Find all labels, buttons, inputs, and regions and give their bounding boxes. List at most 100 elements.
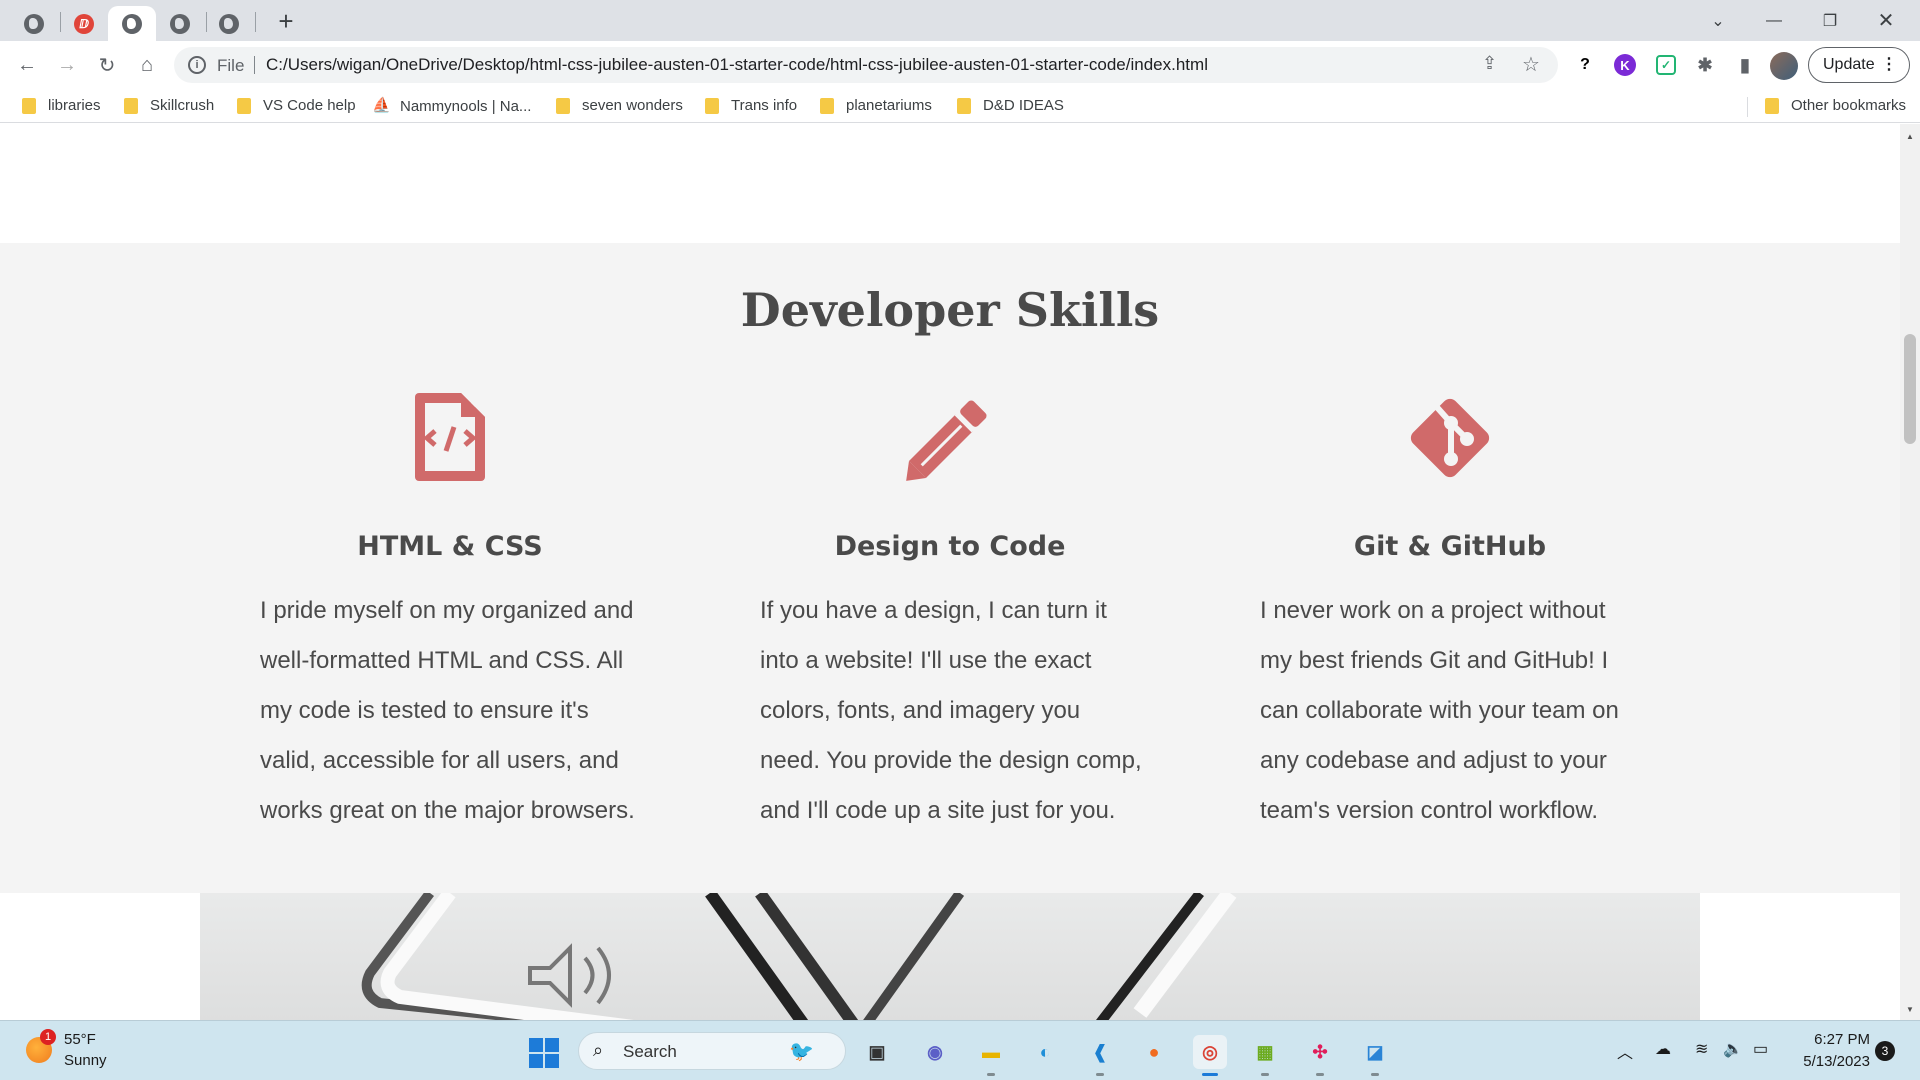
home-icon[interactable]: ⌂ (131, 49, 163, 81)
slack-icon[interactable]: ✣ (1303, 1035, 1337, 1069)
globe-icon (219, 13, 239, 34)
sheet-app-icon[interactable]: ▦ (1248, 1035, 1282, 1069)
chrome-icon[interactable]: ◎ (1193, 1035, 1227, 1069)
battery-icon[interactable]: ▭ (1753, 1039, 1768, 1059)
weather-temp: 55°F (64, 1031, 96, 1048)
running-indicator (987, 1073, 995, 1076)
page-viewport: Developer Skills HTML & CSS I pride myse… (0, 124, 1900, 1020)
description-line: need. You provide the design comp, (760, 747, 1142, 774)
pencil-icon (760, 393, 1140, 483)
clock-time[interactable]: 6:27 PM (1796, 1031, 1870, 1048)
minimize-icon[interactable]: — (1746, 0, 1802, 41)
firefox-icon[interactable]: ● (1137, 1035, 1171, 1069)
browser-tab-active[interactable] (108, 6, 156, 41)
forward-arrow-icon[interactable]: → (51, 49, 83, 81)
skill-description: I never work on a project without my bes… (1260, 586, 1640, 836)
bookmark-label: libraries (48, 97, 101, 114)
share-icon[interactable]: ⇪ (1482, 53, 1497, 74)
clock-date[interactable]: 5/13/2023 (1796, 1053, 1870, 1070)
scroll-up-arrow-icon[interactable]: ▲ (1906, 132, 1914, 141)
section-title: Developer Skills (740, 283, 1160, 337)
k-extension-icon[interactable]: K (1614, 54, 1636, 76)
search-icon: ⌕ (593, 1040, 604, 1060)
close-icon[interactable]: ✕ (1858, 0, 1914, 41)
grammar-extension-icon[interactable]: ✓ (1656, 55, 1676, 75)
search-highlight-icon: 🐦 (789, 1041, 814, 1063)
wifi-icon[interactable]: ≋ (1695, 1039, 1708, 1059)
notification-count-badge[interactable]: 3 (1875, 1041, 1895, 1061)
update-button[interactable]: Update ⋮ (1808, 47, 1910, 83)
bookmark-skillcrush[interactable]: Skillcrush (124, 97, 214, 114)
volume-icon[interactable]: 🔈 (1723, 1039, 1743, 1059)
globe-icon (24, 13, 44, 34)
browser-tab[interactable]: ⅅ (60, 6, 108, 41)
folder-icon (237, 97, 251, 114)
reload-icon[interactable]: ↻ (91, 49, 123, 81)
description-line: well-formatted HTML and CSS. All (260, 647, 624, 674)
bookmark-nammynools[interactable]: ⛵ Nammynools | Na... (372, 97, 531, 115)
photos-icon[interactable]: ◪ (1358, 1035, 1392, 1069)
file-code-icon (260, 393, 640, 483)
description-line: valid, accessible for all users, and (260, 747, 619, 774)
description-line: my code is tested to ensure it's (260, 697, 589, 724)
bookmark-seven-wonders[interactable]: seven wonders (556, 97, 683, 114)
globe-icon (122, 13, 142, 34)
profile-avatar[interactable] (1770, 52, 1798, 80)
windows-start-icon[interactable] (529, 1038, 559, 1068)
bookmarks-bar: libraries Skillcrush VS Code help ⛵ Nammy… (0, 89, 1920, 123)
restore-icon[interactable]: ❐ (1802, 0, 1858, 41)
description-line: If you have a design, I can turn it (760, 597, 1107, 624)
folder-icon (556, 97, 570, 114)
description-line: any codebase and adjust to your (1260, 747, 1607, 774)
bookmark-label: seven wonders (582, 97, 683, 114)
description-line: I never work on a project without (1260, 597, 1606, 624)
browser-tab[interactable] (10, 6, 58, 41)
file-explorer-icon[interactable]: ▬ (974, 1035, 1008, 1069)
bookmark-star-icon[interactable]: ☆ (1522, 52, 1540, 77)
running-indicator (1316, 1073, 1324, 1076)
side-panel-icon[interactable]: ▮ (1732, 52, 1758, 78)
url-text[interactable]: C:/Users/wigan/OneDrive/Desktop/html-css… (266, 55, 1208, 75)
divider (254, 56, 255, 74)
address-bar[interactable]: i File C:/Users/wigan/OneDrive/Desktop/h… (174, 47, 1558, 83)
description-line: and I'll code up a site just for you. (760, 797, 1116, 824)
folder-icon (22, 97, 36, 114)
bookmark-other[interactable]: Other bookmarks (1765, 97, 1906, 114)
vscode-icon[interactable]: ❰ (1083, 1035, 1117, 1069)
tab-separator (255, 12, 256, 32)
bookmark-label: planetariums (846, 97, 932, 114)
git-icon (1260, 393, 1640, 483)
page-scrollbar[interactable]: ▲ ▼ (1900, 124, 1920, 1020)
skill-title: HTML & CSS (357, 531, 543, 562)
browser-tab[interactable] (205, 6, 253, 41)
skill-card-git-github: Git & GitHub I never work on a project w… (1260, 393, 1640, 836)
bookmark-label: Other bookmarks (1791, 97, 1907, 114)
task-view-icon[interactable]: ▣ (860, 1035, 894, 1069)
bookmark-dnd-ideas[interactable]: D&D IDEAS (957, 97, 1064, 114)
taskbar-search[interactable]: ⌕ Search 🐦 (578, 1032, 846, 1070)
show-hidden-icons-chevron-icon[interactable]: ︿ (1617, 1039, 1633, 1063)
onedrive-cloud-icon[interactable]: ☁ (1655, 1039, 1671, 1059)
bookmark-planetariums[interactable]: planetariums (820, 97, 932, 114)
description-line: can collaborate with your team on (1260, 697, 1619, 724)
update-label: Update (1823, 56, 1875, 73)
info-icon[interactable]: i (188, 56, 206, 74)
new-tab-button[interactable]: + (270, 6, 302, 38)
bookmark-trans-info[interactable]: Trans info (705, 97, 797, 114)
bookmark-libraries[interactable]: libraries (22, 97, 101, 114)
edge-icon[interactable]: ◐ (1028, 1035, 1062, 1069)
skill-title: Design to Code (834, 531, 1066, 562)
question-extension-icon[interactable]: ? (1572, 52, 1598, 78)
tab-search-chevron-icon[interactable]: ⌄ (1690, 0, 1746, 41)
bookmark-vs-code-help[interactable]: VS Code help (237, 97, 356, 114)
scroll-thumb[interactable] (1904, 334, 1916, 444)
browser-tab[interactable] (156, 6, 204, 41)
scroll-down-arrow-icon[interactable]: ▼ (1906, 1005, 1914, 1014)
chat-icon[interactable]: ◉ (918, 1035, 952, 1069)
search-label: Search (623, 1042, 677, 1061)
puzzle-extensions-icon[interactable]: ✱ (1692, 52, 1718, 78)
description-line: my best friends Git and GitHub! I (1260, 647, 1609, 674)
back-arrow-icon[interactable]: ← (11, 49, 43, 81)
windows-taskbar: 1 55°F Sunny ⌕ Search 🐦 ▣ ◉ ▬ ◐ ❰ ● ◎ ▦ … (0, 1020, 1920, 1080)
bookmark-divider (1747, 97, 1748, 117)
